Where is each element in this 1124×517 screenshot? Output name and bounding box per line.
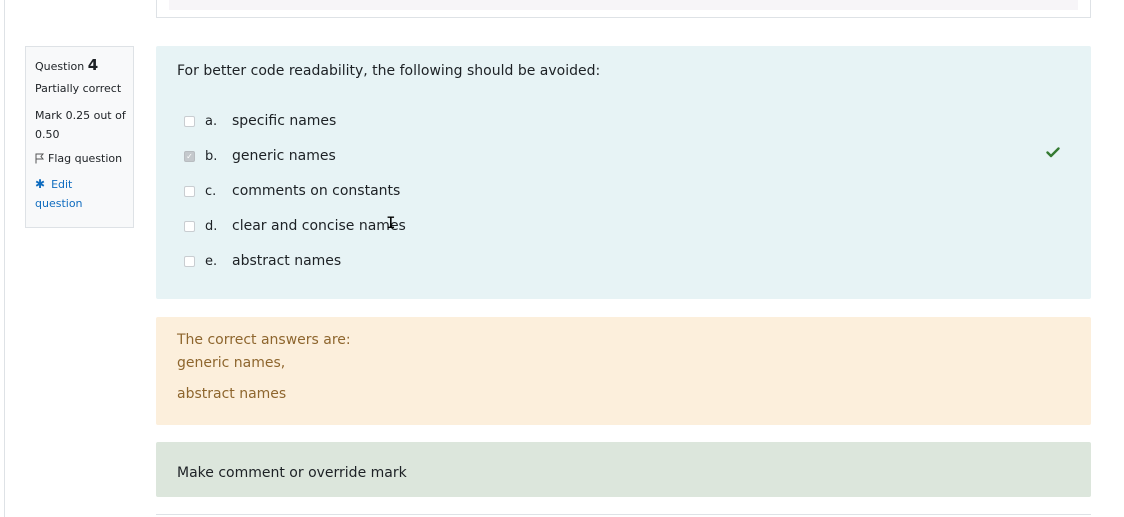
answer-label: generic names [232, 148, 336, 164]
question-label: Question [35, 60, 85, 73]
answer-label: comments on constants [232, 183, 401, 199]
feedback-heading: The correct answers are: [177, 332, 351, 348]
question-text: For better code readability, the followi… [177, 63, 601, 79]
question-number-value: 4 [87, 56, 99, 74]
page-border [4, 0, 5, 517]
question-number: Question 4 [35, 56, 133, 74]
feedback-answer-1: generic names, [177, 355, 286, 371]
grade-max: 0.50 [35, 128, 60, 141]
right-answer-feedback: The correct answers are: generic names, … [156, 317, 1091, 425]
edit-label: Edit [51, 178, 73, 191]
comment-panel: Make comment or override mark [156, 442, 1091, 497]
previous-question-card [156, 0, 1091, 18]
flag-question-label: Flag question [48, 152, 123, 165]
text-cursor-icon: I [386, 213, 396, 232]
answer-option-e[interactable]: e. abstract names [184, 253, 341, 269]
answer-checkbox[interactable] [184, 220, 195, 232]
answer-letter: a. [205, 113, 218, 129]
make-comment-link[interactable]: Make comment or override mark [177, 465, 407, 481]
answer-option-d[interactable]: d. clear and concise names [184, 218, 406, 234]
answer-letter: c. [205, 183, 217, 199]
answer-option-b[interactable]: ✓ b. generic names [184, 148, 336, 164]
answer-label: clear and concise names [232, 218, 406, 234]
check-icon [1046, 147, 1060, 158]
answer-label: abstract names [232, 253, 342, 269]
answer-checkbox-checked[interactable]: ✓ [184, 150, 195, 162]
gear-icon: ✱ [35, 177, 46, 191]
next-question-border [156, 514, 1091, 515]
answer-option-a[interactable]: a. specific names [184, 113, 336, 129]
grade-line: Mark 0.25 out of [35, 109, 126, 122]
question-content: For better code readability, the followi… [156, 46, 1091, 299]
answer-checkbox[interactable] [184, 255, 195, 267]
answer-label: specific names [232, 113, 337, 129]
answer-letter: e. [205, 253, 218, 269]
edit-question-link[interactable]: ✱ Edit question [35, 175, 133, 213]
flag-icon [35, 153, 44, 164]
flag-question-button[interactable]: Flag question [35, 152, 133, 165]
answer-checkbox[interactable] [184, 115, 195, 127]
question-grade: Mark 0.25 out of 0.50 [35, 106, 133, 144]
edit-label-2: question [35, 197, 83, 210]
answer-checkbox[interactable] [184, 185, 195, 197]
answer-letter: b. [205, 148, 218, 164]
previous-question-content [169, 0, 1078, 10]
question-info-panel: Question 4 Partially correct Mark 0.25 o… [25, 46, 134, 228]
answer-letter: d. [205, 218, 218, 234]
answer-option-c[interactable]: c. comments on constants [184, 183, 400, 199]
question-state: Partially correct [35, 82, 122, 95]
feedback-answer-2: abstract names [177, 386, 287, 402]
